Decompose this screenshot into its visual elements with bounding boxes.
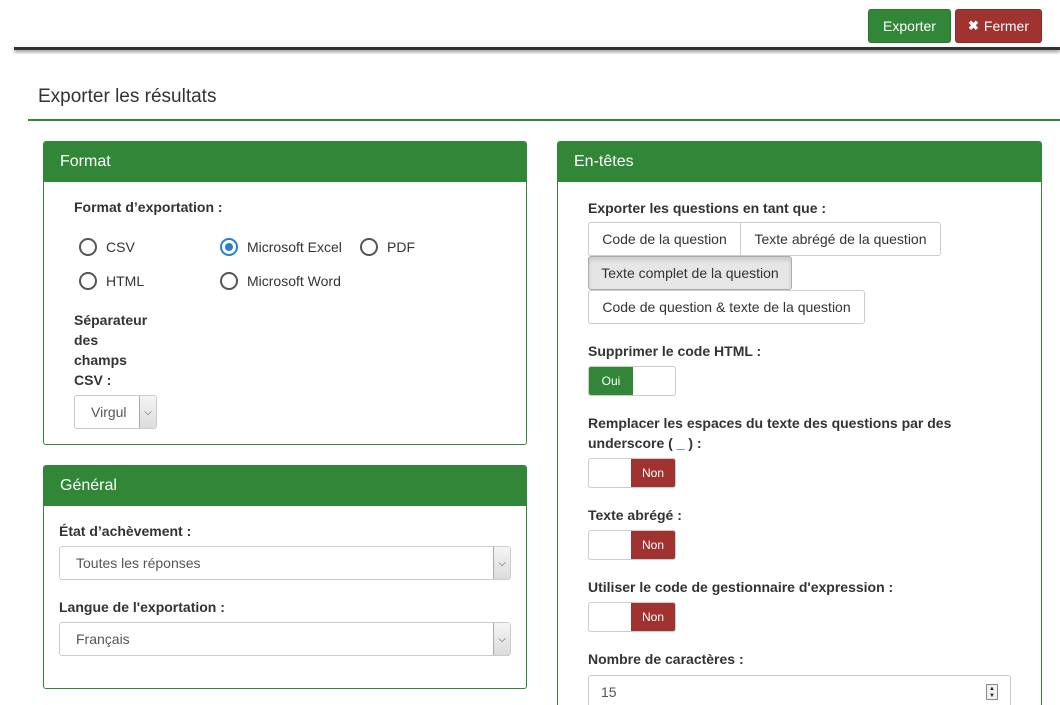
replace-spaces-label-line: underscore ( _ ) : (588, 435, 702, 451)
toggle-off-label: Non (631, 531, 675, 559)
chevron-down-icon: ⌵ (493, 547, 510, 579)
chevron-down-icon: ⌵ (139, 396, 156, 428)
char-count-value: 15 (601, 684, 617, 700)
csv-separator-label-line: des (74, 332, 99, 348)
question-full-text-option[interactable]: Texte complet de la question (588, 256, 792, 290)
radio-circle (79, 238, 97, 256)
export-button[interactable]: Exporter (868, 9, 951, 43)
completion-state-select[interactable]: Toutes les réponses ⌵ (59, 546, 511, 580)
general-panel-title: Général (44, 466, 526, 506)
abbreviated-text-label: Texte abrégé : (588, 507, 682, 523)
radio-circle (220, 272, 238, 290)
csv-separator-value: Virgul (91, 404, 127, 420)
chevron-down-icon: ⌵ (493, 623, 510, 655)
export-questions-label: Exporter les questions en tant que : (588, 200, 827, 216)
export-language-label: Langue de l'exportation : (59, 599, 225, 615)
question-code-and-text-option[interactable]: Code de question & texte de la question (588, 290, 865, 324)
completion-state-value: Toutes les réponses (76, 555, 201, 571)
replace-spaces-label-line: Remplacer les espaces du texte des quest… (588, 415, 952, 431)
radio-html[interactable]: HTML (79, 272, 144, 290)
completion-state-label: État d’achèvement : (59, 523, 192, 539)
strip-html-label: Supprimer le code HTML : (588, 343, 762, 359)
csv-separator-label-line: Séparateur (74, 312, 148, 328)
top-toolbar: Exporter ✖ Fermer (0, 0, 1060, 52)
radio-label: Microsoft Word (247, 273, 341, 289)
csv-separator-label-line: champs (74, 352, 127, 368)
csv-separator-label-line: CSV : (74, 372, 112, 388)
export-format-label: Format d’exportation : (74, 199, 223, 215)
export-language-select[interactable]: Français ⌵ (59, 622, 511, 656)
expression-code-toggle[interactable]: Non (588, 602, 676, 632)
csv-separator-select[interactable]: Virgul ⌵ (74, 395, 157, 429)
toggle-on-label: Oui (589, 367, 633, 395)
char-count-label: Nombre de caractères : (588, 651, 744, 667)
radio-label: HTML (106, 273, 145, 289)
csv-separator-label: Séparateur des champs CSV : (74, 310, 147, 390)
radio-circle (360, 238, 378, 256)
toggle-off-label: Non (631, 603, 675, 631)
radio-pdf[interactable]: PDF (360, 238, 415, 256)
radio-circle-selected (220, 238, 238, 256)
radio-microsoft-word[interactable]: Microsoft Word (220, 272, 341, 290)
expression-code-label: Utiliser le code de gestionnaire d'expre… (588, 579, 894, 595)
question-code-option[interactable]: Code de la question (588, 222, 741, 256)
spinner-icon[interactable]: ▲ ▼ (986, 684, 998, 700)
close-button[interactable]: ✖ Fermer (955, 9, 1042, 43)
close-icon: ✖ (967, 18, 979, 33)
toggle-off-label: Non (631, 459, 675, 487)
page-title: Exporter les résultats (38, 86, 217, 107)
replace-spaces-toggle[interactable]: Non (588, 458, 676, 488)
export-language-value: Français (76, 631, 130, 647)
headers-panel-title: En-têtes (558, 142, 1041, 182)
strip-html-toggle[interactable]: Oui (588, 366, 676, 396)
abbreviated-text-toggle[interactable]: Non (588, 530, 676, 560)
radio-microsoft-excel[interactable]: Microsoft Excel (220, 238, 342, 256)
replace-spaces-label: Remplacer les espaces du texte des quest… (588, 413, 951, 453)
toolbar-divider (14, 47, 1060, 50)
title-divider (28, 119, 1060, 121)
close-button-label: Fermer (983, 18, 1030, 34)
radio-label: Microsoft Excel (247, 239, 342, 255)
format-panel-title: Format (44, 142, 526, 182)
radio-csv[interactable]: CSV (79, 238, 135, 256)
radio-label: PDF (387, 239, 415, 255)
question-abbreviated-option[interactable]: Texte abrégé de la question (740, 222, 941, 256)
radio-label: CSV (106, 239, 135, 255)
radio-circle (79, 272, 97, 290)
char-count-input[interactable]: 15 ▲ ▼ (588, 675, 1011, 705)
